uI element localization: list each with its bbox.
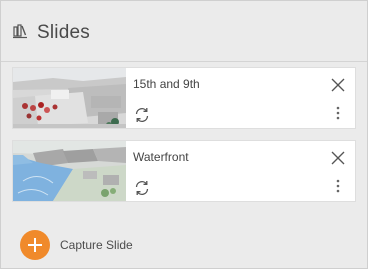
capture-slide-button[interactable]: Capture Slide [20, 230, 133, 260]
slides-icon [13, 24, 27, 39]
more-options-icon[interactable] [335, 178, 341, 194]
close-icon[interactable] [331, 78, 345, 92]
refresh-icon[interactable] [133, 106, 151, 124]
panel-header: Slides [1, 1, 367, 62]
slide-title[interactable]: Waterfront [133, 150, 189, 164]
slides-panel: Slides 15th and 9th Waterfront Capture S… [0, 0, 368, 269]
add-icon[interactable] [20, 230, 50, 260]
close-icon[interactable] [331, 151, 345, 165]
slide-thumbnail[interactable] [13, 141, 126, 201]
slide-thumbnail[interactable] [13, 68, 126, 128]
more-options-icon[interactable] [335, 105, 341, 121]
slide-card[interactable]: Waterfront [12, 140, 356, 202]
slide-card[interactable]: 15th and 9th [12, 67, 356, 129]
panel-title: Slides [37, 22, 90, 43]
capture-slide-label[interactable]: Capture Slide [60, 238, 133, 252]
slide-title[interactable]: 15th and 9th [133, 77, 200, 91]
refresh-icon[interactable] [133, 179, 151, 197]
